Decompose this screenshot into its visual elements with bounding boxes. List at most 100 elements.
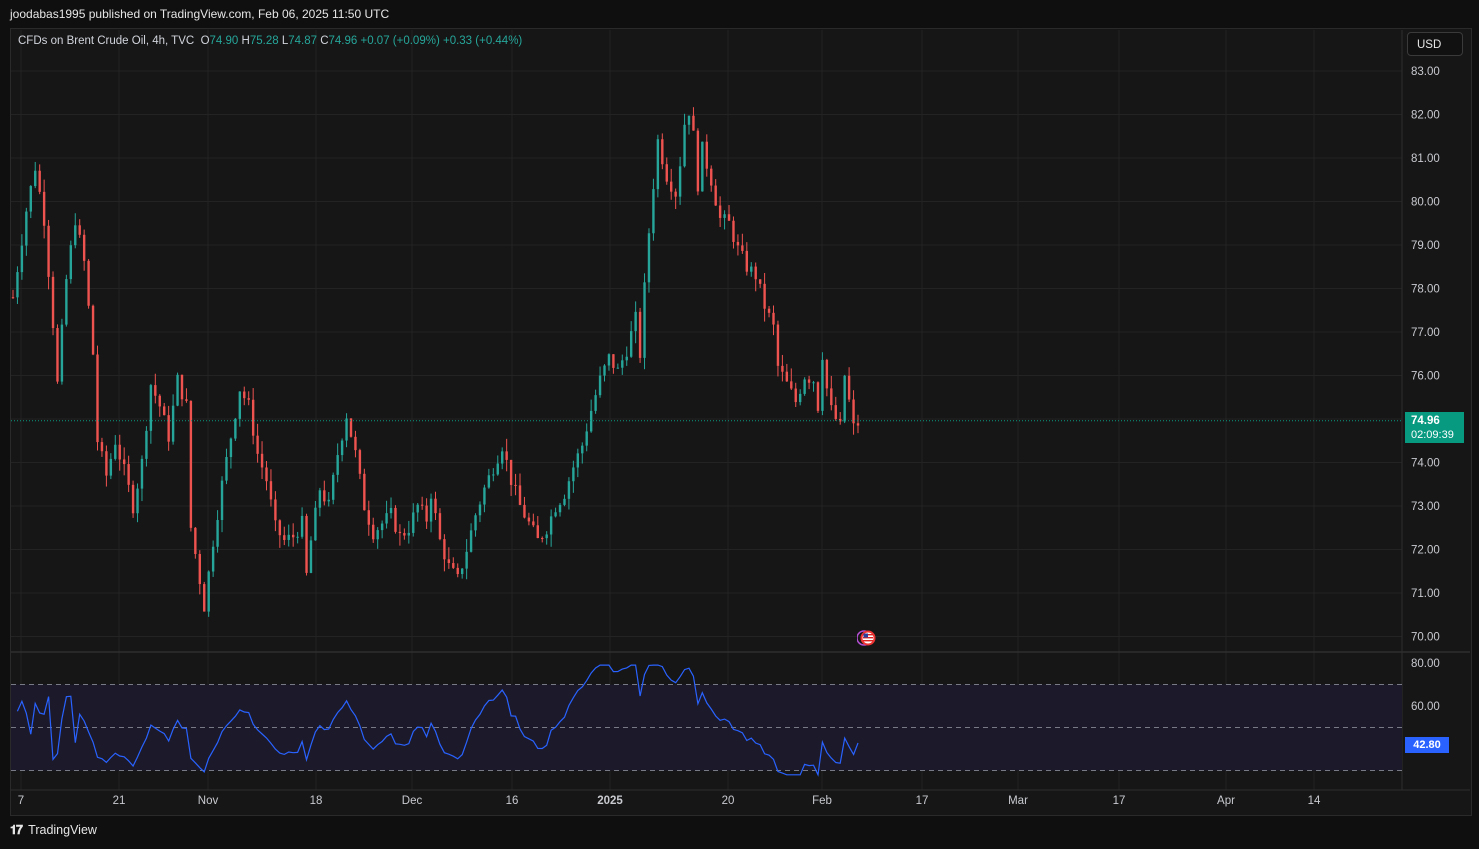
candle: [750, 262, 753, 277]
candle-body: [47, 225, 50, 277]
low-value: 74.87: [288, 35, 317, 47]
candle-body: [532, 521, 535, 526]
candle-body: [772, 312, 775, 325]
candle-body: [443, 539, 446, 560]
candle-body: [180, 374, 184, 400]
candle-body: [96, 354, 99, 443]
candle: [398, 524, 402, 546]
candle: [847, 367, 851, 403]
price-tick-label: 77.00: [1411, 327, 1440, 339]
candle: [474, 513, 477, 537]
candle-body: [82, 234, 86, 261]
time-tick-label: Mar: [1008, 795, 1028, 807]
candle-body: [74, 225, 77, 246]
candle-body: [274, 499, 277, 521]
candle-body: [696, 130, 700, 192]
candle: [594, 389, 597, 414]
candle: [612, 354, 615, 374]
candle: [323, 480, 326, 506]
candle: [243, 386, 246, 406]
candle-body: [594, 395, 597, 411]
candle: [389, 497, 393, 519]
candle-body: [487, 475, 491, 488]
candle: [683, 113, 686, 168]
candle: [260, 441, 264, 480]
candle-body: [420, 504, 424, 506]
symbol-label[interactable]: CFDs on Brent Crude Oil, 4h, TVC: [18, 35, 194, 47]
candle-body: [705, 141, 708, 169]
candle: [429, 493, 433, 533]
candle: [572, 460, 575, 493]
candle-body: [554, 512, 557, 517]
candle-body: [518, 485, 522, 505]
price-tick-label: 70.00: [1411, 632, 1440, 644]
rsi-last-value: 42.80: [1405, 737, 1449, 753]
candle-body: [754, 266, 757, 280]
change-value: +0.07 (+0.09%): [360, 35, 440, 47]
candle-body: [283, 535, 286, 540]
candle: [42, 179, 46, 239]
footer-brand[interactable]: 𝟏𝟕 TradingView: [10, 823, 97, 838]
candle: [781, 354, 784, 382]
candle: [158, 394, 161, 417]
rsi-tick-label: 80.00: [1411, 658, 1440, 670]
candle: [407, 520, 411, 544]
candle-body: [176, 374, 179, 406]
candle: [100, 437, 104, 457]
candle: [336, 443, 339, 483]
candle: [603, 364, 606, 382]
candle: [852, 390, 855, 435]
candle-body: [189, 400, 193, 528]
candle: [180, 374, 184, 407]
time-tick-label: Dec: [402, 795, 423, 807]
candle: [198, 550, 201, 595]
candle-body: [834, 405, 837, 419]
candle-body: [821, 359, 824, 411]
candle-body: [136, 488, 139, 514]
candle-body: [220, 480, 224, 521]
candle: [696, 128, 700, 196]
candle: [483, 484, 486, 513]
candle: [705, 134, 708, 177]
candle: [332, 472, 335, 505]
candle: [91, 304, 95, 356]
candle-body: [492, 474, 495, 476]
candle-body: [501, 451, 504, 464]
candle: [674, 188, 677, 210]
candle-body: [145, 430, 148, 459]
candle-body: [794, 388, 797, 403]
candle-body: [291, 534, 295, 538]
candle: [65, 274, 68, 327]
candle-body: [505, 451, 508, 460]
candle: [821, 352, 824, 416]
candle-body: [634, 311, 637, 332]
candle-body: [256, 435, 259, 454]
time-tick-label: Feb: [812, 795, 832, 807]
candle-body: [843, 375, 846, 422]
candle: [563, 494, 566, 507]
candle: [576, 448, 580, 478]
time-tick-label: 7: [18, 795, 24, 807]
currency-button[interactable]: USD: [1407, 32, 1463, 56]
candle: [176, 372, 179, 407]
candle-body: [198, 554, 201, 585]
candle-body: [305, 515, 308, 573]
candle-body: [140, 458, 144, 489]
candle-body: [812, 382, 815, 384]
candle: [736, 234, 740, 256]
candle: [109, 453, 113, 480]
candle-body: [25, 211, 28, 246]
candle: [105, 445, 108, 487]
candle: [11, 289, 15, 299]
candle-body: [38, 170, 41, 192]
time-tick-label: 14: [1308, 795, 1321, 807]
chart-canvas[interactable]: 83.00 82.00 81.00 80.00 79.00 78.00 77.00 76.00…: [0, 0, 1479, 849]
candle: [532, 513, 535, 528]
candle-body: [429, 498, 433, 522]
candle-body: [776, 324, 780, 366]
us-flag-icon[interactable]: [857, 629, 877, 647]
candle: [438, 508, 442, 541]
candle: [803, 377, 806, 396]
candle: [283, 526, 286, 546]
time-tick-label: 17: [916, 795, 929, 807]
